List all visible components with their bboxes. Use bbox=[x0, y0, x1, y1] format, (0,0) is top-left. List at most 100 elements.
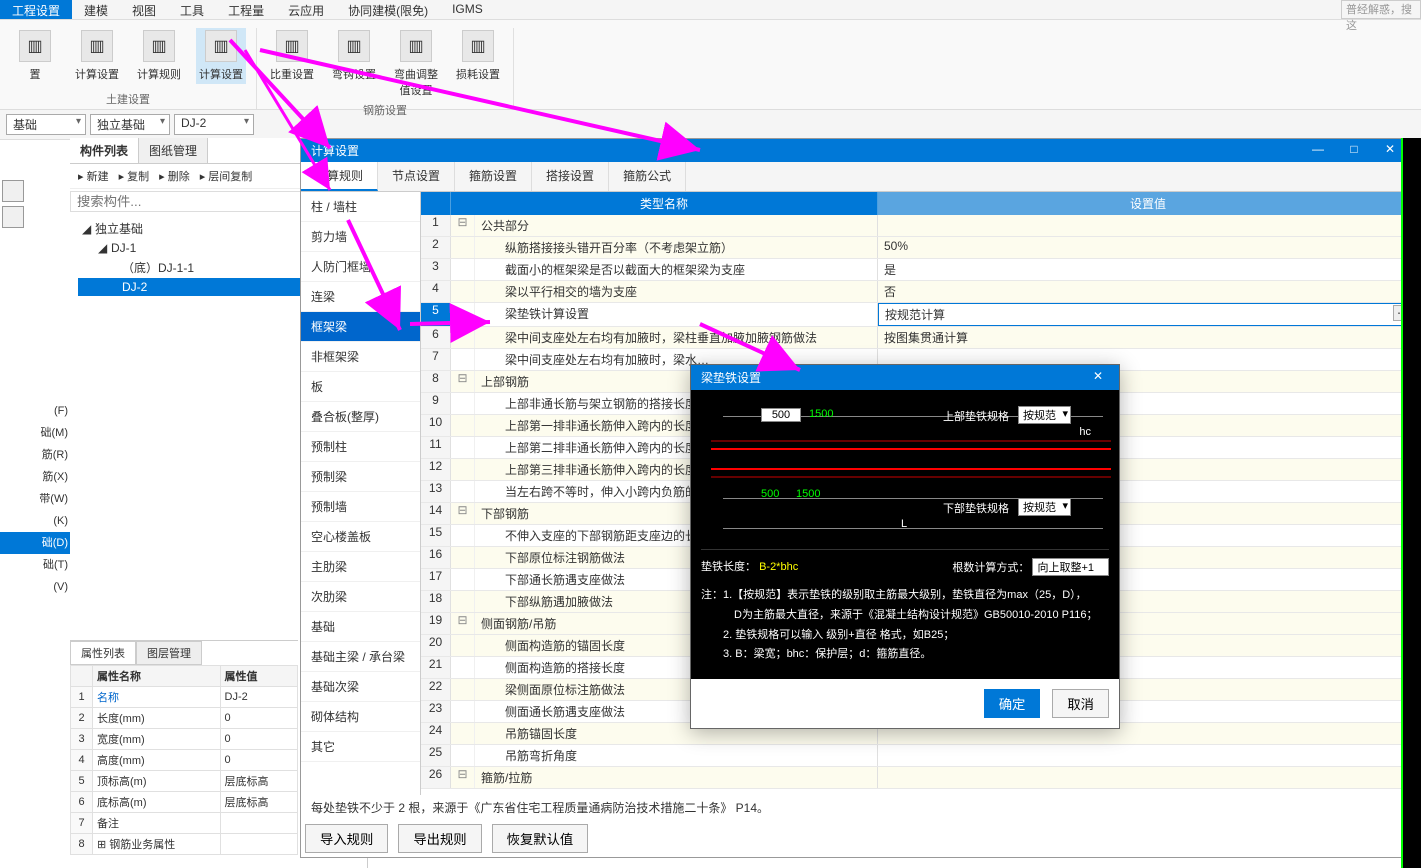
calc-mode-combo[interactable]: 向上取整+1 bbox=[1032, 558, 1109, 576]
grid-row[interactable]: 2纵筋搭接接头错开百分率（不考虑架立筋）50% bbox=[421, 237, 1418, 259]
category-item[interactable]: 预制墙 bbox=[301, 492, 420, 522]
grid-row[interactable]: 4梁以平行相交的墙为支座否 bbox=[421, 281, 1418, 303]
combo-基础[interactable]: 基础 bbox=[6, 114, 86, 135]
menu-5[interactable]: 云应用 bbox=[276, 0, 336, 19]
ribbon-btn-弯曲调整值设置[interactable]: ▥弯曲调整值设置 bbox=[391, 28, 441, 100]
cat-trunc[interactable]: 础(T) bbox=[0, 554, 70, 576]
category-item[interactable]: 人防门框墙 bbox=[301, 252, 420, 282]
property-row[interactable]: 6底标高(m)层底标高 bbox=[71, 792, 298, 813]
category-item[interactable]: 板 bbox=[301, 372, 420, 402]
ribbon-btn-比重设置[interactable]: ▥比重设置 bbox=[267, 28, 317, 100]
category-item[interactable]: 连梁 bbox=[301, 282, 420, 312]
ribbon-group-rebar: ▥比重设置▥弯钩设置▥弯曲调整值设置▥损耗设置 钢筋设置 bbox=[257, 28, 514, 109]
grid-row[interactable]: 25吊筋弯折角度 bbox=[421, 745, 1418, 767]
prop-tab-0[interactable]: 属性列表 bbox=[70, 641, 136, 665]
menu-0[interactable]: 工程设置 bbox=[0, 0, 72, 19]
cat-trunc[interactable]: (V) bbox=[0, 576, 70, 598]
cat-trunc[interactable]: 础(M) bbox=[0, 422, 70, 444]
dlg-tab-2[interactable]: 箍筋设置 bbox=[455, 162, 532, 191]
dlg-tab-0[interactable]: 计算规则 bbox=[301, 162, 378, 191]
grid-row[interactable]: 6梁中间支座处左右均有加腋时，梁柱垂直加腋加腋钢筋做法按图集贯通计算 bbox=[421, 327, 1418, 349]
view-icon-2[interactable] bbox=[2, 206, 24, 228]
category-item[interactable]: 次肋梁 bbox=[301, 582, 420, 612]
menu-1[interactable]: 建模 bbox=[72, 0, 120, 19]
ribbon-btn-置[interactable]: ▥置 bbox=[10, 28, 60, 84]
menu-4[interactable]: 工程量 bbox=[216, 0, 276, 19]
ribbon-btn-计算设置[interactable]: ▥计算设置 bbox=[72, 28, 122, 84]
tool-复制[interactable]: ▸ 复制 bbox=[119, 168, 150, 184]
bot-spec-combo[interactable]: 按规范 bbox=[1018, 498, 1071, 516]
category-item[interactable]: 预制梁 bbox=[301, 462, 420, 492]
category-item[interactable]: 基础主梁 / 承台梁 bbox=[301, 642, 420, 672]
property-row[interactable]: 1名称DJ-2 bbox=[71, 687, 298, 708]
ribbon-btn-损耗设置[interactable]: ▥损耗设置 bbox=[453, 28, 503, 100]
cat-trunc[interactable]: 筋(R) bbox=[0, 444, 70, 466]
footer-btn-恢复默认值[interactable]: 恢复默认值 bbox=[492, 824, 589, 853]
category-item[interactable]: 柱 / 墙柱 bbox=[301, 192, 420, 222]
dialog-tabs: 计算规则节点设置箍筋设置搭接设置箍筋公式 bbox=[301, 162, 1418, 192]
ribbon-btn-计算规则[interactable]: ▥计算规则 bbox=[134, 28, 184, 84]
left-tab-1[interactable]: 图纸管理 bbox=[139, 138, 208, 163]
menu-7[interactable]: IGMS bbox=[440, 0, 495, 19]
property-row[interactable]: 2长度(mm)0 bbox=[71, 708, 298, 729]
cancel-button[interactable]: 取消 bbox=[1052, 689, 1109, 718]
property-row[interactable]: 3宽度(mm)0 bbox=[71, 729, 298, 750]
prop-tab-1[interactable]: 图层管理 bbox=[136, 641, 202, 665]
dlg-tab-4[interactable]: 箍筋公式 bbox=[609, 162, 686, 191]
category-item[interactable]: 空心楼盖板 bbox=[301, 522, 420, 552]
category-item[interactable]: 基础次梁 bbox=[301, 672, 420, 702]
ribbon-btn-弯钩设置[interactable]: ▥弯钩设置 bbox=[329, 28, 379, 100]
notes-block: 注：1.【按规范】表示垫铁的级别取主筋最大级别，垫铁直径为max（25，D）， … bbox=[701, 582, 1109, 669]
category-item[interactable]: 框架梁 bbox=[301, 312, 420, 342]
category-item[interactable]: 基础 bbox=[301, 612, 420, 642]
category-item[interactable]: 预制柱 bbox=[301, 432, 420, 462]
menu-6[interactable]: 协同建模(限免) bbox=[336, 0, 440, 19]
tool-层间复制[interactable]: ▸ 层间复制 bbox=[200, 168, 253, 184]
tool-新建[interactable]: ▸ 新建 bbox=[78, 168, 109, 184]
category-item[interactable]: 叠合板(整厚) bbox=[301, 402, 420, 432]
ok-button[interactable]: 确定 bbox=[984, 689, 1041, 718]
ribbon-group-civil: ▥置▥计算设置▥计算规则▥计算设置 土建设置 bbox=[0, 28, 257, 109]
cat-trunc[interactable]: 筋(X) bbox=[0, 466, 70, 488]
ribbon-btn-计算设置[interactable]: ▥计算设置 bbox=[196, 28, 246, 84]
category-item[interactable]: 砌体结构 bbox=[301, 702, 420, 732]
cat-trunc[interactable]: 础(D) bbox=[0, 532, 70, 554]
combo-独立基础[interactable]: 独立基础 bbox=[90, 114, 170, 135]
grid-row[interactable]: 3截面小的框架梁是否以截面大的框架梁为支座是 bbox=[421, 259, 1418, 281]
grid-row[interactable]: 5梁垫铁计算设置按规范计算 bbox=[421, 303, 1418, 327]
maximize-button[interactable]: □ bbox=[1336, 142, 1372, 159]
footer-btn-导出规则[interactable]: 导出规则 bbox=[398, 824, 481, 853]
grid-row[interactable]: 26⊟箍筋/拉筋 bbox=[421, 767, 1418, 789]
cat-trunc[interactable]: (F) bbox=[0, 400, 70, 422]
combo-DJ-2[interactable]: DJ-2 bbox=[174, 114, 254, 135]
grid-row[interactable]: 1⊟公共部分 bbox=[421, 215, 1418, 237]
dlg-tab-3[interactable]: 搭接设置 bbox=[532, 162, 609, 191]
ribbon-icon: ▥ bbox=[19, 30, 51, 62]
category-item[interactable]: 剪力墙 bbox=[301, 222, 420, 252]
menu-bar: 工程设置建模视图工具工程量云应用协同建模(限免)IGMS 普经解惑，搜这 bbox=[0, 0, 1421, 20]
minimize-button[interactable]: — bbox=[1300, 142, 1336, 159]
help-search-input[interactable]: 普经解惑，搜这 bbox=[1341, 0, 1421, 19]
view-mode-icons bbox=[2, 180, 24, 228]
property-row[interactable]: 4高度(mm)0 bbox=[71, 750, 298, 771]
close-icon[interactable]: ✕ bbox=[1087, 369, 1109, 386]
menu-2[interactable]: 视图 bbox=[120, 0, 168, 19]
dlg-tab-1[interactable]: 节点设置 bbox=[378, 162, 455, 191]
view-icon-1[interactable] bbox=[2, 180, 24, 202]
ribbon-icon: ▥ bbox=[338, 30, 370, 62]
top-spec-combo[interactable]: 按规范 bbox=[1018, 406, 1071, 424]
cat-trunc[interactable]: 带(W) bbox=[0, 488, 70, 510]
menu-3[interactable]: 工具 bbox=[168, 0, 216, 19]
property-row[interactable]: 7备注 bbox=[71, 813, 298, 834]
tool-删除[interactable]: ▸ 删除 bbox=[159, 168, 190, 184]
category-item[interactable]: 非框架梁 bbox=[301, 342, 420, 372]
left-tab-0[interactable]: 构件列表 bbox=[70, 138, 139, 163]
top-offset-input[interactable] bbox=[761, 408, 801, 422]
property-row[interactable]: 5顶标高(m)层底标高 bbox=[71, 771, 298, 792]
footer-btn-导入规则[interactable]: 导入规则 bbox=[305, 824, 388, 853]
category-item[interactable]: 主肋梁 bbox=[301, 552, 420, 582]
ribbon-icon: ▥ bbox=[462, 30, 494, 62]
category-item[interactable]: 其它 bbox=[301, 732, 420, 762]
property-row[interactable]: 8钢筋业务属性 bbox=[71, 834, 298, 855]
cat-trunc[interactable]: (K) bbox=[0, 510, 70, 532]
